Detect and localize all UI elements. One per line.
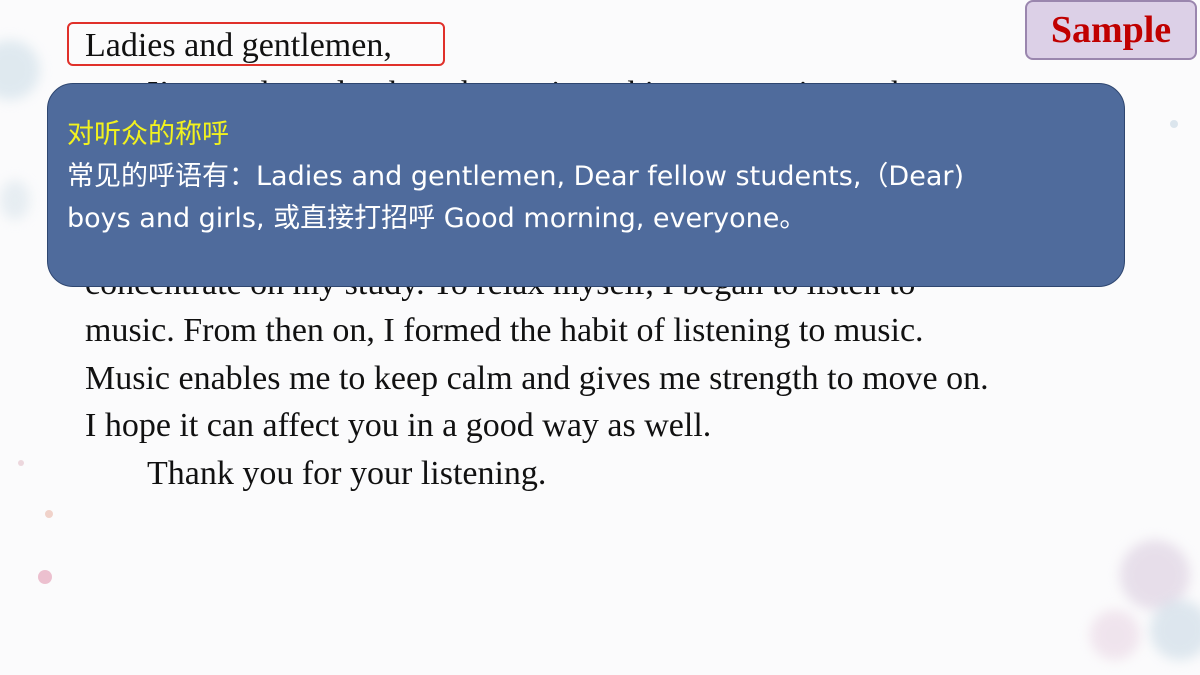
watercolor-decoration (38, 570, 52, 584)
speech-closing: Thank you for your listening. (147, 454, 547, 492)
watercolor-decoration (0, 40, 40, 100)
speech-line: Music enables me to keep calm and gives … (85, 359, 989, 397)
watercolor-decoration (1150, 600, 1200, 660)
callout-heading: 对听众的称呼 (67, 119, 229, 150)
speech-line: music. From then on, I formed the habit … (85, 312, 924, 349)
annotation-callout: 对听众的称呼 常见的呼语有：Ladies and gentlemen, Dear… (47, 83, 1125, 287)
watercolor-decoration (0, 180, 30, 220)
callout-body-line: boys and girls, 或直接打招呼 Good morning, eve… (67, 203, 807, 234)
speech-line: I hope it can affect you in a good way a… (85, 407, 712, 444)
watercolor-decoration (18, 460, 24, 466)
speech-greeting: Ladies and gentlemen, (85, 27, 392, 64)
watercolor-decoration (45, 510, 53, 518)
watercolor-decoration (1090, 610, 1140, 660)
callout-body-line: 常见的呼语有：Ladies and gentlemen, Dear fellow… (67, 161, 964, 192)
